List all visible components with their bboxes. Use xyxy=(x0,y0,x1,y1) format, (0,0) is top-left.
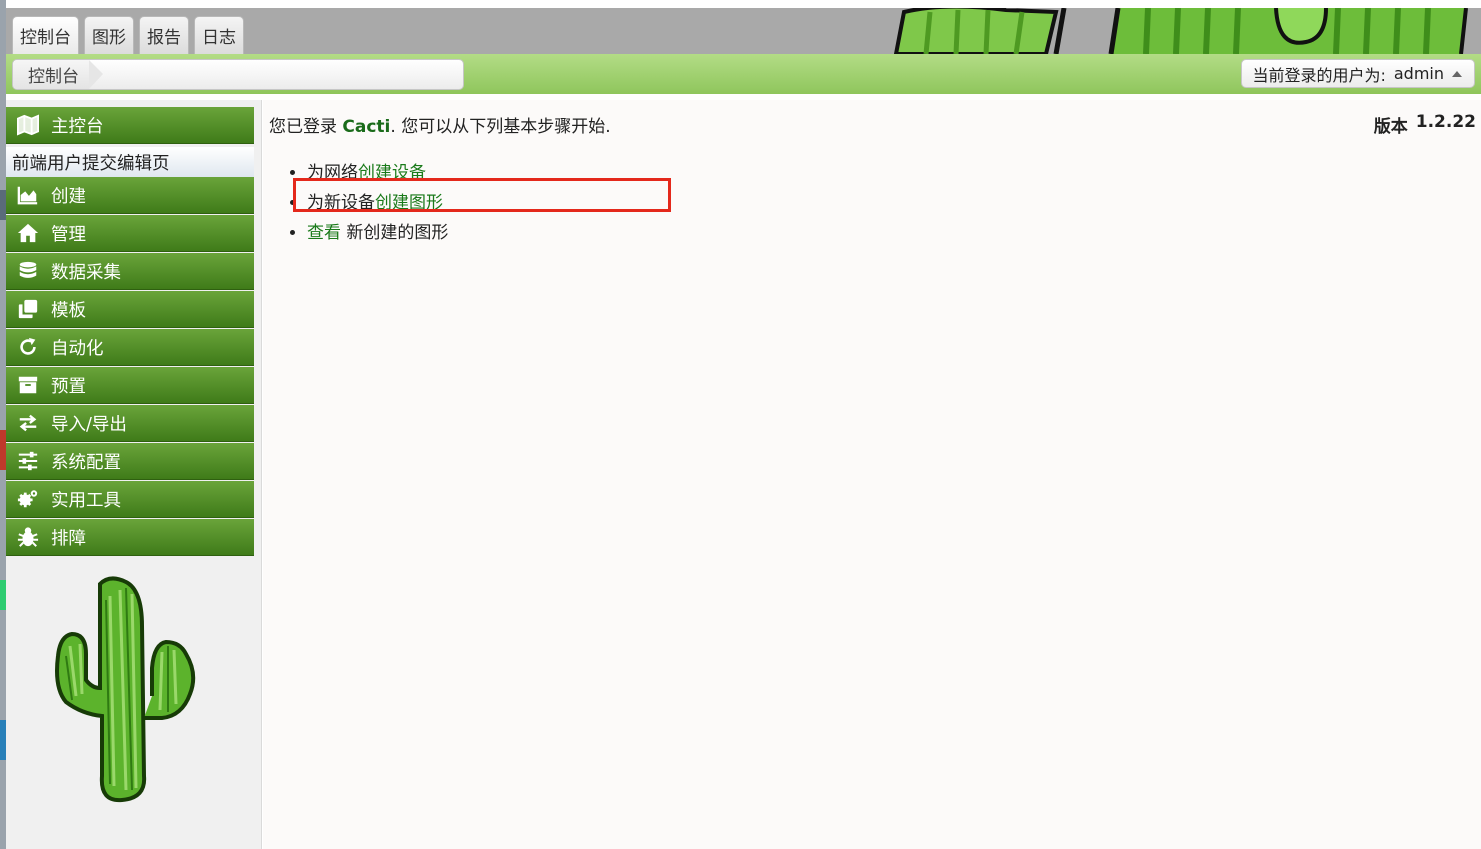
welcome-message: 您已登录 Cacti. 您可以从下列基本步骤开始. xyxy=(269,112,611,137)
sidebar-item-troubleshooting[interactable]: 排障 xyxy=(6,519,254,556)
sidebar-item-automation[interactable]: 自动化 xyxy=(6,329,254,366)
sidebar-item-import-export[interactable]: 导入/导出 xyxy=(6,405,254,442)
navigation-bar: 控制台 当前登录的用户为: admin xyxy=(6,54,1481,94)
top-tab-bar: 控制台 图形 报告 日志 xyxy=(6,8,1481,54)
sidebar-item-label: 排障 xyxy=(51,528,86,549)
sidebar: 主控台 前端用户提交编辑页 创建 管理 数据采集 模板 自动化 预置 导入/导出… xyxy=(6,100,262,849)
tab-reports[interactable]: 报告 xyxy=(139,16,189,54)
sidebar-item-label: 管理 xyxy=(51,224,86,245)
version-title: 版本 xyxy=(1373,117,1408,137)
welcome-prefix: 您已登录 xyxy=(269,117,337,137)
sidebar-item-label: 数据采集 xyxy=(51,262,121,283)
tab-list: 控制台 图形 报告 日志 xyxy=(12,16,244,54)
sidebar-item-management[interactable]: 管理 xyxy=(6,215,254,252)
version-number: 1.2.22 xyxy=(1415,112,1476,132)
version-label: 版本 1.2.22 xyxy=(1374,112,1476,137)
sidebar-item-label: 创建 xyxy=(51,186,86,207)
breadcrumb: 控制台 xyxy=(12,59,464,90)
main-content: 您已登录 Cacti. 您可以从下列基本步骤开始. 版本 1.2.22 为网络创… xyxy=(263,100,1481,849)
exchange-icon xyxy=(16,411,40,435)
user-prefix-label: 当前登录的用户为: xyxy=(1252,65,1386,85)
sidebar-item-main-console[interactable]: 主控台 xyxy=(6,107,254,144)
archive-icon xyxy=(16,373,40,397)
user-menu[interactable]: 当前登录的用户为: admin xyxy=(1241,59,1475,88)
step-text: 新创建的图形 xyxy=(341,223,449,243)
sidebar-item-label: 预置 xyxy=(51,376,86,397)
sidebar-item-label: 主控台 xyxy=(51,116,104,137)
highlight-annotation-box xyxy=(293,178,671,212)
cogs-icon xyxy=(16,487,40,511)
sidebar-item-label: 模板 xyxy=(51,300,86,321)
sidebar-item-label: 导入/导出 xyxy=(51,414,127,435)
tab-console[interactable]: 控制台 xyxy=(12,16,79,54)
sidebar-item-label: 自动化 xyxy=(51,338,104,359)
bug-icon xyxy=(16,525,40,549)
welcome-suffix: . 您可以从下列基本步骤开始. xyxy=(390,117,611,137)
sidebar-item-frontend-edit-page[interactable]: 前端用户提交编辑页 xyxy=(6,147,254,177)
refresh-icon xyxy=(16,335,40,359)
home-icon xyxy=(16,221,40,245)
username: admin xyxy=(1393,64,1444,83)
database-icon xyxy=(16,259,40,283)
tab-graphs[interactable]: 图形 xyxy=(84,16,134,54)
list-item: 查看 新创建的图形 xyxy=(307,218,448,248)
area-chart-icon xyxy=(16,183,40,207)
map-icon xyxy=(16,113,40,137)
cactus-logo xyxy=(55,576,196,803)
sidebar-item-label: 系统配置 xyxy=(51,452,121,473)
caret-up-icon xyxy=(1452,70,1462,77)
sidebar-item-create[interactable]: 创建 xyxy=(6,177,254,214)
sliders-icon xyxy=(16,449,40,473)
sidebar-item-templates[interactable]: 模板 xyxy=(6,291,254,328)
brand-name: Cacti xyxy=(342,117,391,137)
sidebar-item-data-collection[interactable]: 数据采集 xyxy=(6,253,254,290)
cactus-banner-image xyxy=(886,8,1481,54)
breadcrumb-item-console[interactable]: 控制台 xyxy=(13,60,103,89)
sidebar-item-presets[interactable]: 预置 xyxy=(6,367,254,404)
clone-icon xyxy=(16,297,40,321)
view-graphs-link[interactable]: 查看 xyxy=(307,223,341,243)
sidebar-item-utilities[interactable]: 实用工具 xyxy=(6,481,254,518)
tab-logs[interactable]: 日志 xyxy=(194,16,244,54)
sidebar-item-label: 实用工具 xyxy=(51,490,121,511)
sidebar-item-system-config[interactable]: 系统配置 xyxy=(6,443,254,480)
